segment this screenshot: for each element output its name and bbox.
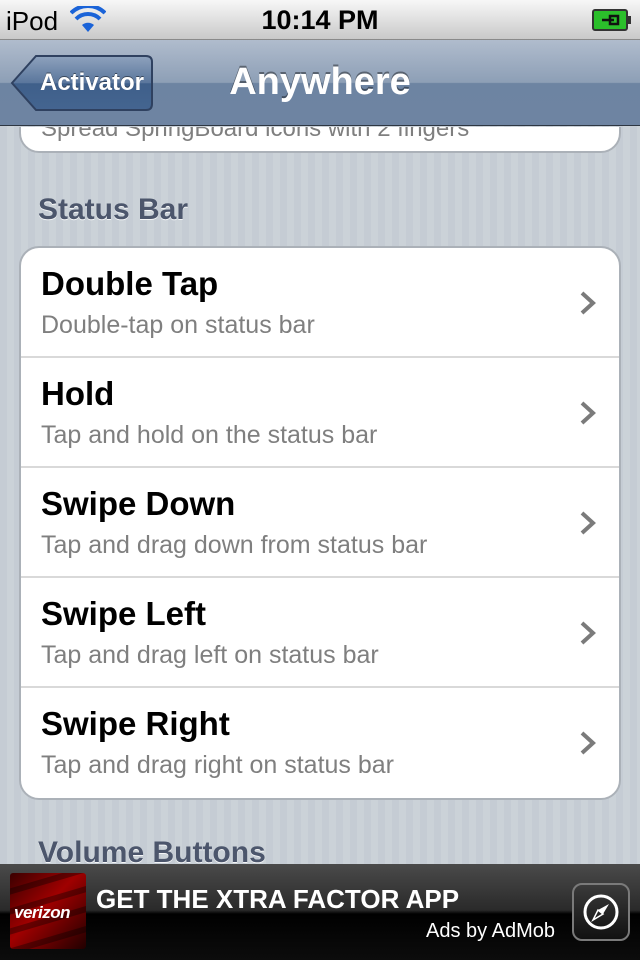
ad-open-button[interactable] xyxy=(572,883,630,941)
list-item-swipe-down[interactable]: Swipe Down Tap and drag down from status… xyxy=(21,468,619,578)
back-button[interactable]: Activator xyxy=(10,54,154,112)
page-title: Anywhere xyxy=(229,61,411,103)
section-header-status-bar: Status Bar xyxy=(38,193,189,226)
chevron-right-icon xyxy=(580,291,596,315)
cell-subtitle: Spread SpringBoard icons with 2 fingers xyxy=(41,127,470,142)
cell-subtitle: Tap and drag right on status bar xyxy=(41,751,395,779)
status-bar-group: Double Tap Double-tap on status bar Hold… xyxy=(19,246,621,800)
list-item-double-tap[interactable]: Double Tap Double-tap on status bar xyxy=(21,248,619,358)
cell-title: Hold xyxy=(41,375,115,412)
section-header-volume-buttons: Volume Buttons xyxy=(38,836,266,864)
ad-banner[interactable]: verizon GET THE XTRA FACTOR APP Ads by A… xyxy=(0,864,640,960)
back-button-label: Activator xyxy=(39,69,145,96)
advertiser-logo-text: verizon xyxy=(14,903,71,922)
cell-title: Swipe Right xyxy=(41,705,230,742)
compass-icon xyxy=(583,894,619,930)
chevron-right-icon xyxy=(580,401,596,425)
list-item-swipe-left[interactable]: Swipe Left Tap and drag left on status b… xyxy=(21,578,619,688)
advertiser-logo: verizon xyxy=(10,873,86,949)
cell-subtitle: Tap and drag left on status bar xyxy=(41,641,379,669)
cell-title: Double Tap xyxy=(41,265,219,302)
ad-attribution: Ads by AdMob xyxy=(426,920,555,942)
cell-subtitle: Tap and hold on the status bar xyxy=(41,421,378,449)
table-view[interactable]: Spread SpringBoard icons with 2 fingers … xyxy=(0,127,640,864)
status-bar: iPod 10:14 PM xyxy=(0,0,640,40)
cell-subtitle: Double-tap on status bar xyxy=(41,311,315,339)
cell-title: Swipe Down xyxy=(41,485,236,522)
battery-icon xyxy=(592,9,632,31)
ad-headline: GET THE XTRA FACTOR APP xyxy=(96,884,460,914)
cell-title: Swipe Left xyxy=(41,595,207,632)
cell-subtitle: Tap and drag down from status bar xyxy=(41,531,428,559)
clock: 10:14 PM xyxy=(261,5,379,35)
list-item-swipe-right[interactable]: Swipe Right Tap and drag right on status… xyxy=(21,688,619,798)
previous-group-cell[interactable]: Spread SpringBoard icons with 2 fingers xyxy=(19,127,621,153)
list-item-hold[interactable]: Hold Tap and hold on the status bar xyxy=(21,358,619,468)
chevron-right-icon xyxy=(580,731,596,755)
chevron-right-icon xyxy=(580,621,596,645)
navigation-bar: Activator Anywhere xyxy=(0,40,640,126)
chevron-right-icon xyxy=(580,511,596,535)
